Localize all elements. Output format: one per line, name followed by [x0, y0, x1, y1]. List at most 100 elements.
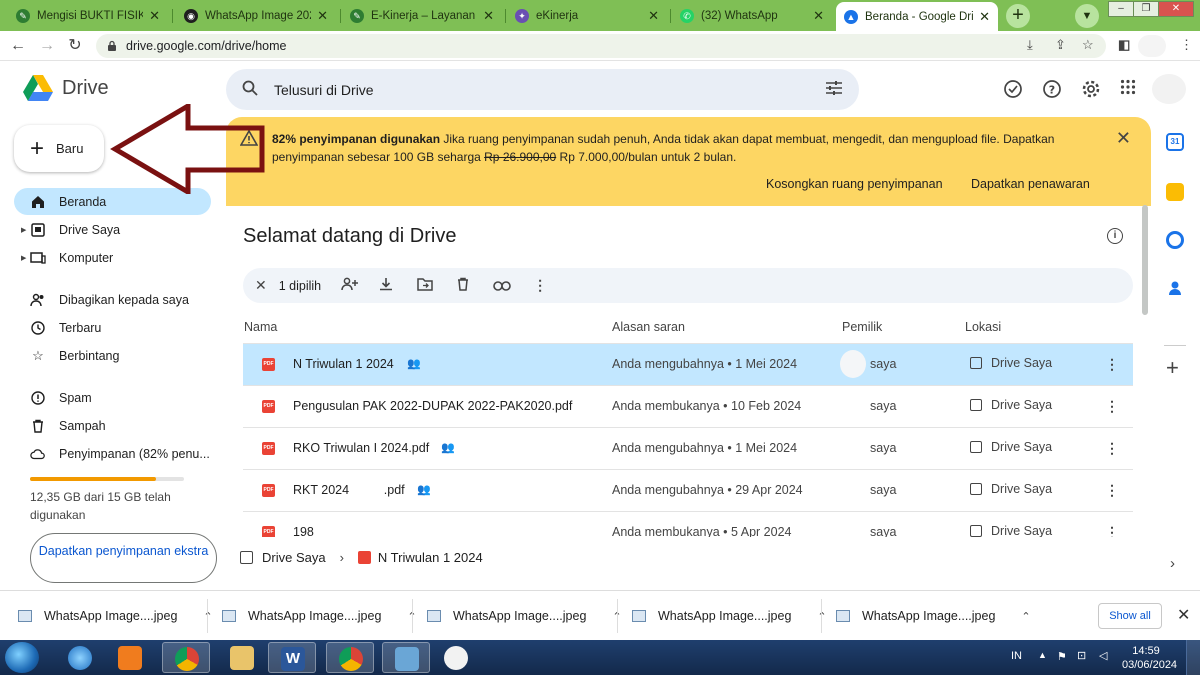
new-button[interactable]: + Baru [14, 125, 104, 172]
row-more-icon[interactable]: ⋮ [1105, 482, 1119, 499]
file-location[interactable]: Drive Saya [970, 356, 1052, 370]
calendar-icon[interactable]: 31 [1166, 133, 1184, 151]
taskbar-media-player[interactable] [106, 642, 154, 673]
tab-search-chevron-icon[interactable]: ▼ [1075, 4, 1099, 28]
row-more-icon[interactable]: ⋮ [1105, 356, 1119, 373]
keep-icon[interactable] [1166, 183, 1184, 201]
download-item[interactable]: WhatsApp Image....jpeg ⌃ [836, 591, 1031, 641]
browser-tab[interactable]: ✎ Mengisi BUKTI FISIK da ✕ [8, 3, 168, 29]
row-more-icon[interactable]: ⋮ [1105, 398, 1119, 415]
share-add-person-icon[interactable] [341, 277, 359, 294]
tab-close-icon[interactable]: ✕ [149, 8, 160, 24]
side-panel-icon[interactable]: ◧ [1118, 37, 1130, 53]
file-row[interactable]: PDF RKO Triwulan I 2024.pdf 👥 Anda mengu… [243, 428, 1133, 470]
move-to-folder-icon[interactable] [417, 277, 433, 294]
file-row-selected[interactable]: PDF N Triwulan 1 2024 👥 Anda mengubahnya… [243, 344, 1133, 386]
download-item[interactable]: WhatsApp Image....jpeg ⌃ [427, 591, 622, 641]
search-filter-icon[interactable] [825, 80, 843, 101]
file-location[interactable]: Drive Saya [970, 398, 1052, 412]
file-location[interactable]: Drive Saya [970, 440, 1052, 454]
add-addon-icon[interactable]: + [1166, 355, 1179, 381]
chevron-up-icon[interactable]: ⌃ [203, 610, 212, 623]
tab-close-icon[interactable]: ✕ [813, 8, 824, 24]
network-icon[interactable]: ⊡ [1077, 649, 1086, 662]
row-more-icon[interactable]: ⋮ [1105, 440, 1119, 457]
tray-expand-icon[interactable]: ▲ [1038, 650, 1047, 660]
free-up-space-button[interactable]: Kosongkan ruang penyimpanan [766, 177, 943, 191]
taskbar-word[interactable]: W [268, 642, 316, 673]
expand-caret-icon[interactable]: ▶ [21, 254, 26, 262]
reload-icon[interactable]: ↻ [65, 36, 85, 56]
bookmark-star-icon[interactable]: ☆ [1082, 37, 1094, 53]
profile-avatar[interactable] [1138, 35, 1166, 57]
drive-logo[interactable]: Drive [22, 74, 109, 102]
browser-tab[interactable]: ✎ E-Kinerja – Layanan KU ✕ [342, 3, 502, 29]
close-icon[interactable]: ✕ [1116, 128, 1131, 149]
new-tab-button[interactable]: + [1006, 4, 1030, 28]
contacts-icon[interactable] [1166, 279, 1184, 297]
nav-item-berbintang[interactable]: ☆ Berbintang [14, 342, 211, 369]
back-arrow-icon[interactable]: ← [8, 36, 28, 56]
nav-item-spam[interactable]: Spam [14, 384, 211, 411]
account-avatar[interactable] [1152, 74, 1186, 104]
column-location[interactable]: Lokasi [965, 320, 1001, 334]
expand-caret-icon[interactable]: ▶ [21, 226, 26, 234]
tab-close-icon[interactable]: ✕ [648, 8, 659, 24]
nav-item-sampah[interactable]: Sampah [14, 412, 211, 439]
show-desktop-button[interactable] [1186, 640, 1200, 675]
help-icon[interactable]: ? [1041, 79, 1063, 101]
nav-item-penyimpanan[interactable]: Penyimpanan (82% penu... [14, 440, 211, 467]
nav-item-terbaru[interactable]: Terbaru [14, 314, 211, 341]
action-center-flag-icon[interactable]: ⚑ [1057, 650, 1067, 663]
settings-gear-icon[interactable] [1080, 79, 1102, 101]
browser-tab[interactable]: ◉ WhatsApp Image 2024 ✕ [176, 3, 336, 29]
chevron-up-icon[interactable]: ⌃ [1021, 610, 1030, 623]
share-icon[interactable]: ⇪ [1055, 37, 1066, 53]
tab-close-icon[interactable]: ✕ [979, 9, 990, 25]
info-icon[interactable]: i [1107, 228, 1123, 244]
language-indicator[interactable]: IN [1011, 650, 1022, 662]
file-row[interactable]: PDF Pengusulan PAK 2022-DUPAK 2022-PAK20… [243, 386, 1133, 428]
nav-item-komputer[interactable]: ▶ Komputer [14, 244, 211, 271]
drive-search-bar[interactable]: Telusuri di Drive [226, 69, 859, 110]
close-window-button[interactable]: ✕ [1158, 1, 1194, 17]
file-location[interactable]: Drive Saya [970, 482, 1052, 496]
breadcrumb-root[interactable]: Drive Saya [262, 550, 326, 565]
forward-arrow-icon[interactable]: → [37, 36, 57, 56]
url-field[interactable]: drive.google.com/drive/home [96, 34, 1106, 58]
taskbar-photo-viewer[interactable] [382, 642, 430, 673]
browser-menu-icon[interactable]: ⋮ [1180, 37, 1193, 53]
tasks-icon[interactable] [1166, 231, 1184, 249]
taskbar-paint[interactable] [432, 642, 480, 673]
copy-link-icon[interactable] [493, 278, 511, 294]
close-downloads-icon[interactable]: ✕ [1177, 605, 1190, 625]
trash-icon[interactable] [457, 277, 469, 294]
chevron-up-icon[interactable]: ⌃ [817, 610, 826, 623]
download-item[interactable]: WhatsApp Image....jpeg ⌃ [222, 591, 417, 641]
download-item[interactable]: WhatsApp Image....jpeg ⌃ [632, 591, 827, 641]
browser-tab[interactable]: ✆ (32) WhatsApp ✕ [672, 3, 832, 29]
file-row[interactable]: PDF RKT 2024 .pdf 👥 Anda mengubahnya • 2… [243, 470, 1133, 512]
tab-close-icon[interactable]: ✕ [317, 8, 328, 24]
column-name[interactable]: Nama [244, 320, 277, 334]
browser-tab-active[interactable]: ▲ Beranda - Google Drive ✕ [836, 2, 998, 31]
start-button[interactable] [5, 642, 39, 673]
tab-close-icon[interactable]: ✕ [483, 8, 494, 24]
nav-item-drive-saya[interactable]: ▶ Drive Saya [14, 216, 211, 243]
taskbar-explorer[interactable] [218, 642, 266, 673]
breadcrumb-file[interactable]: N Triwulan 1 2024 [378, 550, 483, 565]
nav-item-dibagikan[interactable]: Dibagikan kepada saya [14, 286, 211, 313]
taskbar-chrome[interactable] [162, 642, 210, 673]
column-owner[interactable]: Pemilik [842, 320, 882, 334]
taskbar-chrome-2[interactable] [326, 642, 374, 673]
clock[interactable]: 14:59 03/06/2024 [1122, 644, 1177, 672]
download-item[interactable]: WhatsApp Image....jpeg ⌃ [18, 591, 213, 641]
scrollbar[interactable] [1142, 205, 1148, 315]
maximize-button[interactable]: ❐ [1133, 1, 1159, 17]
more-actions-icon[interactable]: ⋮ [533, 277, 547, 294]
taskbar-ie[interactable] [56, 642, 104, 673]
file-location[interactable]: Drive Saya [970, 524, 1052, 538]
get-more-storage-button[interactable]: Dapatkan penyimpanan ekstra [30, 533, 217, 583]
chevron-right-icon[interactable]: › [1170, 555, 1175, 572]
clear-selection-icon[interactable]: ✕ [255, 277, 267, 294]
